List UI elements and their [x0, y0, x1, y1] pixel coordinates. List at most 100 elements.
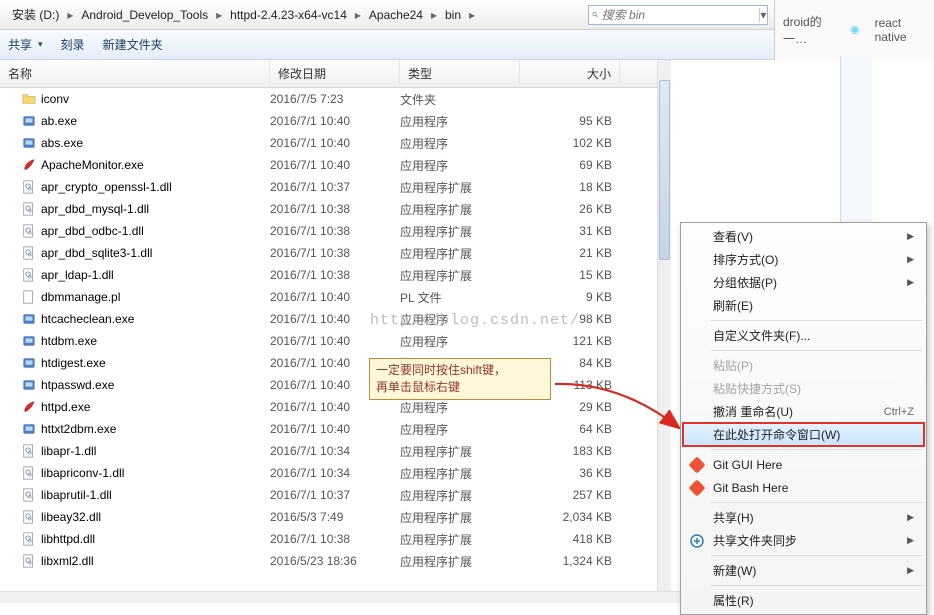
file-type: 应用程序: [400, 135, 520, 152]
file-date: 2016/7/1 10:34: [270, 444, 400, 458]
menu-git-bash[interactable]: Git Bash Here: [683, 476, 924, 499]
file-row[interactable]: htdigest.exe2016/7/1 10:40应用程序84 KB: [0, 352, 670, 374]
file-type: PL 文件: [400, 289, 520, 306]
file-type: 应用程序: [400, 421, 520, 438]
file-row[interactable]: abs.exe2016/7/1 10:40应用程序102 KB: [0, 132, 670, 154]
exe-icon: [22, 114, 36, 128]
column-name[interactable]: 名称: [0, 60, 270, 87]
file-date: 2016/7/1 10:38: [270, 246, 400, 260]
file-size: 15 KB: [520, 268, 620, 282]
file-size: 102 KB: [520, 136, 620, 150]
file-row[interactable]: apr_dbd_odbc-1.dll2016/7/1 10:38应用程序扩展31…: [0, 220, 670, 242]
file-row[interactable]: apr_crypto_openssl-1.dll2016/7/1 10:37应用…: [0, 176, 670, 198]
menu-sync[interactable]: 共享文件夹同步▶: [683, 529, 924, 552]
file-row[interactable]: libaprutil-1.dll2016/7/1 10:37应用程序扩展257 …: [0, 484, 670, 506]
file-row[interactable]: apr_dbd_sqlite3-1.dll2016/7/1 10:38应用程序扩…: [0, 242, 670, 264]
file-row[interactable]: htpasswd.exe2016/7/1 10:40应用程序113 KB: [0, 374, 670, 396]
file-date: 2016/7/1 10:38: [270, 532, 400, 546]
tab-item[interactable]: react native: [875, 16, 926, 44]
separator: [711, 449, 922, 450]
menu-open-command-window[interactable]: 在此处打开命令窗口(W): [683, 423, 924, 446]
scroll-thumb[interactable]: [659, 80, 670, 260]
search-input[interactable]: [602, 6, 759, 24]
file-row[interactable]: apr_dbd_mysql-1.dll2016/7/1 10:38应用程序扩展2…: [0, 198, 670, 220]
file-row[interactable]: libapr-1.dll2016/7/1 10:34应用程序扩展183 KB: [0, 440, 670, 462]
file-row[interactable]: ab.exe2016/7/1 10:40应用程序95 KB: [0, 110, 670, 132]
file-row[interactable]: libeay32.dll2016/5/3 7:49应用程序扩展2,034 KB: [0, 506, 670, 528]
menu-refresh[interactable]: 刷新(E): [683, 294, 924, 317]
file-type: 应用程序: [400, 311, 520, 328]
column-type[interactable]: 类型: [400, 60, 520, 87]
separator: [711, 320, 922, 321]
menu-new[interactable]: 新建(W)▶: [683, 559, 924, 582]
file-name: apr_ldap-1.dll: [41, 268, 114, 282]
menu-git-gui[interactable]: Git GUI Here: [683, 453, 924, 476]
address-bar: 安装 (D:)▸ Android_Develop_Tools▸ httpd-2.…: [0, 0, 774, 30]
chevron-right-icon: ▶: [907, 277, 914, 288]
file-row[interactable]: iconv2016/7/5 7:23文件夹: [0, 88, 670, 110]
menu-group[interactable]: 分组依据(P)▶: [683, 271, 924, 294]
file-row[interactable]: libxml2.dll2016/5/23 18:36应用程序扩展1,324 KB: [0, 550, 670, 572]
file-name: apr_dbd_odbc-1.dll: [41, 224, 144, 238]
feather-icon: [22, 158, 36, 172]
scrollbar[interactable]: [657, 60, 671, 591]
dll-icon: [22, 202, 36, 216]
menu-sort[interactable]: 排序方式(O)▶: [683, 248, 924, 271]
chevron-right-icon: ▶: [907, 535, 914, 546]
callout-line: 一定要同时按住shift键，: [376, 362, 544, 379]
breadcrumb-item[interactable]: Android_Develop_Tools: [75, 0, 214, 29]
menu-customize[interactable]: 自定义文件夹(F)...: [683, 324, 924, 347]
search-box[interactable]: ▾: [588, 5, 768, 25]
breadcrumb-item[interactable]: bin: [439, 0, 467, 29]
dll-icon: [22, 246, 36, 260]
file-type: 应用程序扩展: [400, 443, 520, 460]
menu-properties[interactable]: 属性(R): [683, 589, 924, 612]
file-size: 2,034 KB: [520, 510, 620, 524]
breadcrumb-item[interactable]: Apache24: [363, 0, 429, 29]
file-size: 26 KB: [520, 202, 620, 216]
chevron-right-icon: ▸: [65, 8, 75, 22]
share-menu[interactable]: 共享: [8, 36, 43, 53]
folder-icon: [22, 92, 36, 106]
react-icon: [849, 23, 861, 37]
chevron-right-icon: ▶: [907, 512, 914, 523]
file-row[interactable]: ApacheMonitor.exe2016/7/1 10:40应用程序69 KB: [0, 154, 670, 176]
file-row[interactable]: dbmmanage.pl2016/7/1 10:40PL 文件9 KB: [0, 286, 670, 308]
file-type: 应用程序: [400, 113, 520, 130]
file-row[interactable]: apr_ldap-1.dll2016/7/1 10:38应用程序扩展15 KB: [0, 264, 670, 286]
file-row[interactable]: httpd.exe2016/7/1 10:40应用程序29 KB: [0, 396, 670, 418]
menu-share[interactable]: 共享(H)▶: [683, 506, 924, 529]
file-type: 应用程序扩展: [400, 553, 520, 570]
breadcrumb-item[interactable]: httpd-2.4.23-x64-vc14: [224, 0, 353, 29]
file-date: 2016/7/1 10:40: [270, 422, 400, 436]
file-name: htcacheclean.exe: [41, 312, 134, 326]
annotation-callout: 一定要同时按住shift键， 再单击鼠标右键: [369, 358, 551, 400]
dll-icon: [22, 466, 36, 480]
file-name: apr_dbd_sqlite3-1.dll: [41, 246, 152, 260]
exe-icon: [22, 378, 36, 392]
file-row[interactable]: libapriconv-1.dll2016/7/1 10:34应用程序扩展36 …: [0, 462, 670, 484]
file-row[interactable]: htcacheclean.exe2016/7/1 10:40应用程序98 KB: [0, 308, 670, 330]
menu-undo[interactable]: 撤消 重命名(U)Ctrl+Z: [683, 400, 924, 423]
column-date[interactable]: 修改日期: [270, 60, 400, 87]
file-row[interactable]: libhttpd.dll2016/7/1 10:38应用程序扩展418 KB: [0, 528, 670, 550]
file-type: 应用程序扩展: [400, 223, 520, 240]
new-folder-button[interactable]: 新建文件夹: [103, 36, 163, 53]
file-list: iconv2016/7/5 7:23文件夹ab.exe2016/7/1 10:4…: [0, 88, 670, 591]
file-row[interactable]: htdbm.exe2016/7/1 10:40应用程序121 KB: [0, 330, 670, 352]
exe-icon: [22, 356, 36, 370]
breadcrumb-item[interactable]: 安装 (D:): [6, 0, 65, 29]
context-menu: 查看(V)▶ 排序方式(O)▶ 分组依据(P)▶ 刷新(E) 自定义文件夹(F)…: [680, 222, 927, 615]
menu-paste-shortcut: 粘贴快捷方式(S): [683, 377, 924, 400]
chevron-right-icon: ▶: [907, 231, 914, 242]
file-name: htdbm.exe: [41, 334, 97, 348]
file-type: 应用程序扩展: [400, 465, 520, 482]
column-size[interactable]: 大小: [520, 60, 620, 87]
chevron-down-icon[interactable]: ▾: [759, 8, 767, 22]
burn-button[interactable]: 刻录: [61, 36, 85, 53]
file-name: ApacheMonitor.exe: [41, 158, 144, 172]
file-row[interactable]: httxt2dbm.exe2016/7/1 10:40应用程序64 KB: [0, 418, 670, 440]
tab-item[interactable]: droid的一…: [783, 13, 835, 47]
menu-view[interactable]: 查看(V)▶: [683, 225, 924, 248]
file-name: libxml2.dll: [41, 554, 94, 568]
